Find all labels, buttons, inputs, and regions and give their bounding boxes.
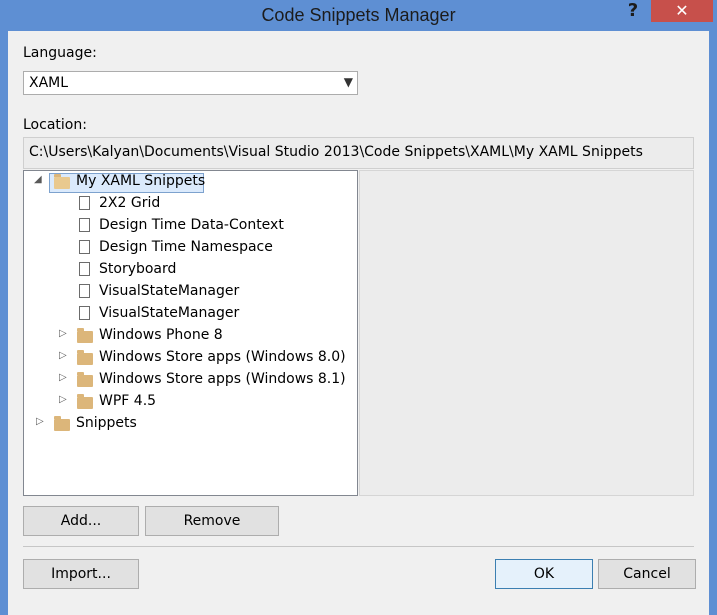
document-icon [79, 306, 90, 320]
folder-icon [77, 372, 93, 387]
tree-node-label: VisualStateManager [99, 283, 240, 299]
tree-node-label: Design Time Namespace [99, 239, 273, 255]
window-title: Code Snippets Manager [261, 5, 456, 25]
tree-node-label: 2X2 Grid [99, 195, 161, 211]
add-button[interactable]: Add... [23, 506, 139, 536]
import-button[interactable]: Import... [23, 559, 139, 589]
language-select[interactable]: XAML ▼ [23, 71, 358, 95]
tree-node-label: Snippets [76, 415, 137, 431]
expanded-icon[interactable]: ◢ [34, 174, 42, 185]
collapsed-icon[interactable]: ▷ [36, 416, 44, 427]
tree-node-label: Windows Store apps (Windows 8.1) [99, 371, 346, 387]
collapsed-icon[interactable]: ▷ [59, 394, 67, 405]
cancel-button[interactable]: Cancel [598, 559, 696, 589]
snippet-description-panel [359, 170, 694, 496]
tree-node-label: VisualStateManager [99, 305, 240, 321]
ok-button[interactable]: OK [495, 559, 593, 589]
remove-button[interactable]: Remove [145, 506, 279, 536]
language-label: Language: [23, 45, 97, 61]
location-path-field: C:\Users\Kalyan\Documents\Visual Studio … [23, 137, 694, 169]
title-bar[interactable]: Code Snippets Manager ? ✕ [0, 0, 717, 31]
document-icon [79, 284, 90, 298]
document-icon [79, 218, 90, 232]
collapsed-icon[interactable]: ▷ [59, 350, 67, 361]
help-button[interactable]: ? [620, 0, 646, 22]
document-icon [79, 240, 90, 254]
tree-node-label: Storyboard [99, 261, 177, 277]
tree-node-root[interactable]: ◢ My XAML Snippets [24, 172, 357, 193]
language-value: XAML [29, 75, 69, 91]
collapsed-icon[interactable]: ▷ [59, 372, 67, 383]
tree-node-label: Windows Phone 8 [99, 327, 223, 343]
folder-open-icon [54, 174, 70, 189]
document-icon [79, 196, 90, 210]
tree-node-label: Windows Store apps (Windows 8.0) [99, 349, 346, 365]
chevron-down-icon[interactable]: ▼ [344, 75, 353, 89]
folder-icon [54, 416, 70, 431]
tree-node-label: WPF 4.5 [99, 393, 157, 409]
document-icon [79, 262, 90, 276]
location-path: C:\Users\Kalyan\Documents\Visual Studio … [29, 144, 643, 160]
tree-node-label: My XAML Snippets [76, 173, 206, 189]
collapsed-icon[interactable]: ▷ [59, 328, 67, 339]
close-button[interactable]: ✕ [651, 0, 713, 22]
snippet-tree[interactable]: ◢ My XAML Snippets 2X2 Grid Design Time … [23, 170, 358, 496]
location-label: Location: [23, 117, 87, 133]
dialog-body: Language: XAML ▼ Location: C:\Users\Kaly… [8, 31, 709, 615]
folder-icon [77, 394, 93, 409]
folder-icon [77, 350, 93, 365]
separator [23, 546, 694, 547]
folder-icon [77, 328, 93, 343]
tree-node-label: Design Time Data-Context [99, 217, 284, 233]
